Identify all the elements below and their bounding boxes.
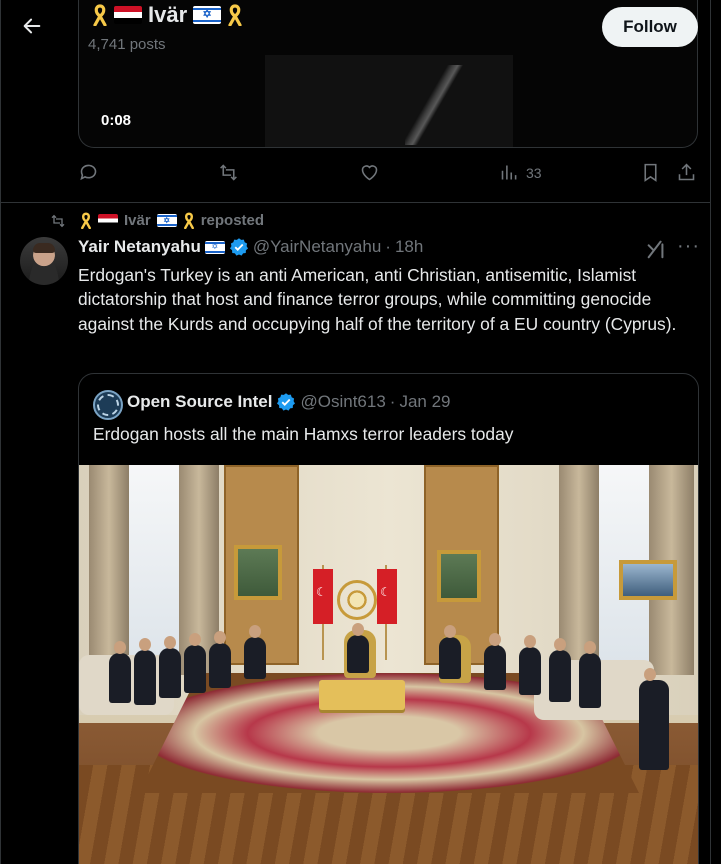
separator-dot: · (385, 237, 391, 256)
author-handle[interactable]: @YairNetanyahu (253, 237, 381, 257)
photo-painting (234, 545, 282, 600)
israel-flag-icon: ✡ (193, 6, 222, 24)
repost-button[interactable] (218, 162, 239, 183)
photo-person (134, 638, 156, 705)
photo-person (549, 638, 571, 702)
video-timecode: 0:08 (101, 112, 132, 129)
photo-table (319, 680, 405, 710)
quoted-tweet-text: Erdogan hosts all the main Hamxs terror … (93, 424, 514, 444)
repost-indicator[interactable]: Ivär ✡ reposted (50, 212, 264, 229)
author-name[interactable]: Yair Netanyahu (78, 237, 201, 257)
timeline-left-border (0, 0, 1, 864)
photo-person (439, 625, 461, 679)
repost-icon (51, 214, 65, 227)
reply-icon (80, 164, 97, 181)
video-frame[interactable] (265, 55, 513, 147)
reposter-name: Ivär (124, 212, 151, 229)
yellow-ribbon-icon (183, 212, 194, 229)
views-button[interactable]: 33 (499, 162, 542, 183)
profile-header: Ivär ✡ 4,741 posts Follow (0, 0, 711, 60)
yellow-ribbon-icon (81, 212, 91, 229)
syria-flag-icon (114, 6, 142, 24)
views-count: 33 (526, 164, 542, 181)
yellow-ribbon-icon (228, 4, 242, 26)
israel-flag-icon: ✡ (156, 214, 177, 227)
yellow-ribbon-icon (93, 4, 107, 26)
quoted-tweet-photo[interactable] (79, 465, 698, 864)
posts-count: 4,741 posts (88, 36, 166, 53)
photo-painting (619, 560, 677, 600)
verified-badge-icon[interactable] (276, 392, 296, 412)
photo-person (484, 633, 506, 690)
verified-badge-icon[interactable] (229, 237, 249, 257)
post-timestamp[interactable]: 18h (395, 237, 423, 257)
photo-turkish-flag (377, 569, 397, 624)
repost-icon (220, 164, 237, 181)
photo-turkish-flag (313, 569, 333, 624)
post-divider (0, 202, 711, 203)
grok-icon[interactable] (645, 238, 667, 260)
follow-button[interactable]: Follow (602, 7, 698, 47)
reply-button[interactable] (78, 162, 99, 183)
quoted-author-handle[interactable]: @Osint613 (300, 392, 385, 412)
views-icon (501, 165, 517, 180)
photo-person (184, 633, 206, 693)
like-button[interactable] (359, 162, 380, 183)
profile-display-name: Ivär (148, 2, 188, 27)
photo-person (639, 668, 669, 770)
quoted-post-date[interactable]: Jan 29 (399, 392, 450, 412)
israel-flag-icon: ✡ (204, 240, 225, 254)
photo-person (519, 635, 541, 695)
timeline-right-border (710, 0, 711, 864)
share-button[interactable] (676, 162, 697, 183)
tweet-header: Yair Netanyahu ✡ @YairNetanyahu · 18h (78, 237, 423, 257)
back-arrow-icon (23, 18, 41, 34)
profile-name: Ivär ✡ (92, 2, 243, 28)
photo-person (209, 631, 231, 688)
photo-person (159, 636, 181, 698)
share-icon (678, 163, 695, 181)
photo-person (244, 625, 266, 679)
syria-flag-icon (98, 214, 118, 227)
tweet-text: Erdogan's Turkey is an anti American, an… (78, 265, 677, 334)
reposted-label: reposted (200, 212, 265, 229)
author-avatar[interactable] (20, 237, 68, 285)
photo-person (109, 641, 131, 703)
photo-painting (437, 550, 481, 602)
photo-person (579, 641, 601, 708)
quoted-author-avatar[interactable] (93, 390, 123, 420)
more-icon[interactable]: ··· (677, 236, 699, 260)
quoted-tweet-card[interactable]: Open Source Intel @Osint613 · Jan 29 Erd… (78, 373, 699, 864)
quoted-author-name[interactable]: Open Source Intel (127, 392, 272, 412)
like-icon (361, 165, 378, 181)
photo-emblem (337, 580, 377, 620)
bookmark-button[interactable] (640, 162, 661, 183)
quoted-tweet-header: Open Source Intel @Osint613 · Jan 29 (127, 392, 451, 412)
bookmark-icon (644, 163, 657, 182)
photo-person (347, 623, 369, 673)
separator-dot: · (389, 392, 396, 411)
previous-post-actions: 33 (78, 162, 700, 190)
back-button[interactable] (14, 8, 50, 44)
